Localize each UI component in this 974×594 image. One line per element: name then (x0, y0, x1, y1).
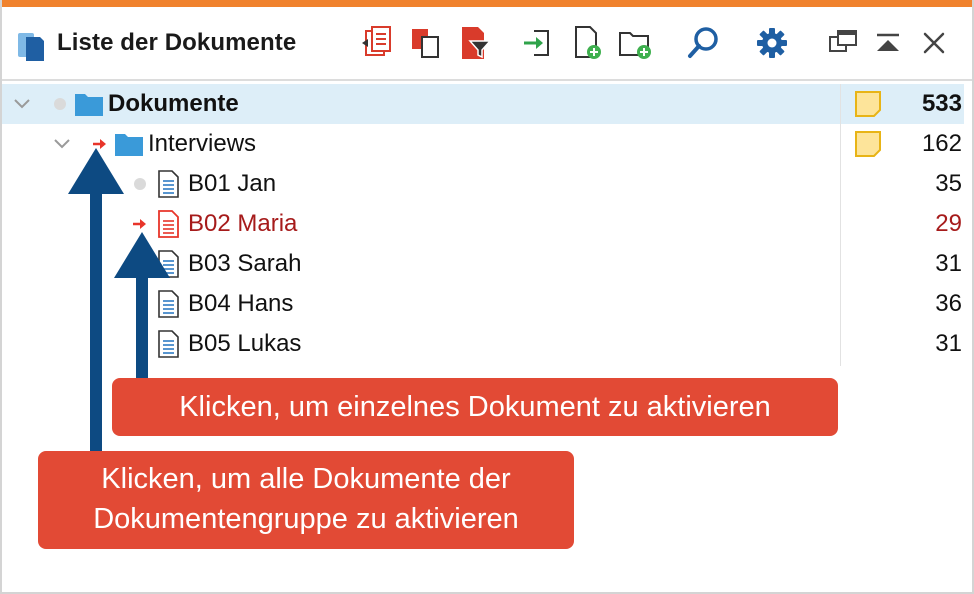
tree-row-root[interactable]: Dokumente 533 (2, 84, 964, 124)
search-icon[interactable] (684, 23, 724, 63)
activation-dot[interactable] (134, 178, 146, 190)
callout-activate-single: Klicken, um einzelnes Dokument zu aktivi… (112, 378, 838, 436)
tree-label: B03 Sarah (188, 250, 302, 277)
folder-icon (75, 94, 103, 116)
tree-label: B04 Hans (188, 290, 294, 317)
coding-count: 162 (921, 130, 962, 157)
column-separator (840, 84, 841, 366)
settings-icon[interactable] (752, 23, 792, 63)
tree-label: B02 Maria (188, 210, 298, 237)
new-document-group-icon[interactable] (616, 23, 656, 63)
callout-line: Dokumentengruppe zu aktivieren (93, 503, 519, 535)
document-list-icon (18, 33, 44, 61)
copy-documents-icon[interactable] (358, 23, 398, 63)
toolbar: Liste der Dokumente (2, 7, 972, 81)
coding-count: 29 (935, 210, 962, 237)
tree-row-document[interactable]: B01 Jan 35 (2, 164, 964, 204)
coding-count: 31 (935, 250, 962, 277)
annotation-arrow-single (114, 232, 170, 380)
callout-activate-group: Klicken, um alle Dokumente der Dokumente… (38, 451, 574, 549)
tree-label: Dokumente (108, 90, 239, 117)
tree-label: B01 Jan (188, 170, 277, 197)
duplicate-icon[interactable] (406, 23, 446, 63)
chevron-down-icon[interactable] (12, 94, 32, 114)
activation-dot[interactable] (54, 98, 66, 110)
coding-count: 35 (935, 170, 962, 197)
document-icon (158, 170, 179, 198)
memo-icon[interactable] (854, 90, 882, 118)
coding-count: 31 (935, 330, 962, 357)
panel-title: Liste der Dokumente (57, 29, 297, 56)
new-document-icon[interactable] (568, 23, 608, 63)
filter-icon[interactable] (454, 23, 494, 63)
callout-line: Klicken, um alle Dokumente der (101, 463, 511, 495)
collapse-window-icon[interactable] (868, 23, 908, 63)
undock-window-icon[interactable] (824, 23, 864, 63)
memo-icon[interactable] (854, 130, 882, 158)
tree-row-group[interactable]: Interviews 162 (2, 124, 964, 164)
close-icon[interactable] (914, 23, 954, 63)
activation-arrow-icon[interactable] (132, 217, 148, 231)
import-icon[interactable] (518, 23, 558, 63)
coding-count: 36 (935, 290, 962, 317)
tree-label: B05 Lukas (188, 330, 302, 357)
tree-label: Interviews (148, 130, 257, 157)
coding-count: 533 (921, 90, 962, 117)
